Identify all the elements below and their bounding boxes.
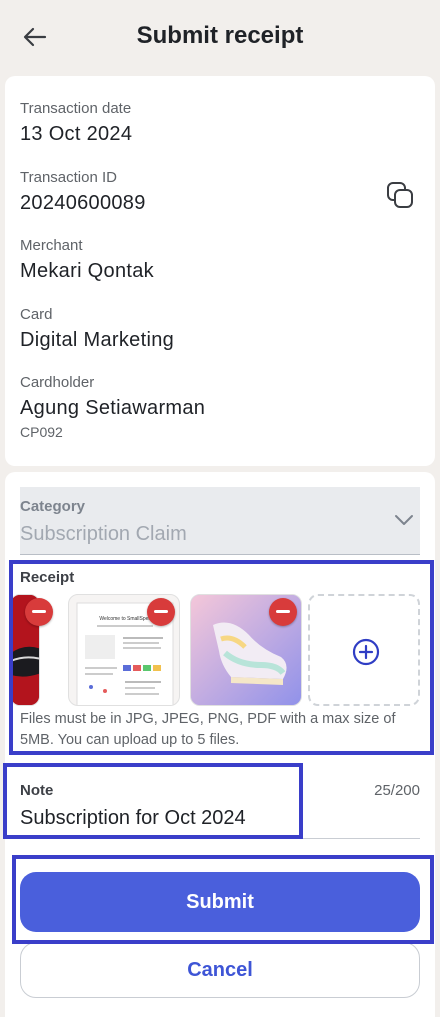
note-input[interactable] — [20, 803, 420, 833]
page-title: Submit receipt — [136, 22, 304, 49]
note-char-counter: 25/200 — [374, 782, 420, 799]
merchant-label: Merchant — [20, 237, 83, 254]
card-row: Card Digital Marketing — [20, 306, 174, 352]
transaction-id-label: Transaction ID — [20, 169, 117, 186]
receipt-form-card: Category Subscription Claim Receipt Welc… — [5, 472, 435, 1017]
add-receipt-button[interactable] — [308, 594, 420, 706]
cardholder-value: Agung Setiawarman — [20, 397, 206, 419]
receipt-thumbnails: Welcome to SmallSpell — [10, 594, 430, 714]
receipt-label: Receipt — [20, 569, 75, 586]
document-title-text: Welcome to SmallSpell — [99, 616, 150, 622]
transaction-id-value: 20240600089 — [20, 192, 146, 214]
card-label: Card — [20, 306, 53, 323]
copy-icon[interactable] — [385, 180, 415, 210]
transaction-date-value: 13 Oct 2024 — [20, 123, 133, 145]
transaction-date-row: Transaction date 13 Oct 2024 — [20, 100, 132, 146]
chevron-down-icon — [395, 515, 413, 525]
header: Submit receipt — [0, 0, 440, 76]
transaction-id-row: Transaction ID 20240600089 — [20, 169, 146, 215]
plus-circle-icon — [352, 638, 380, 666]
transaction-card: Transaction date 13 Oct 2024 Transaction… — [5, 76, 435, 466]
cardholder-label: Cardholder — [20, 374, 95, 391]
transaction-date-label: Transaction date — [20, 100, 132, 117]
merchant-row: Merchant Mekari Qontak — [20, 237, 154, 283]
receipt-section: Receipt Welcome to SmallSpell Files must… — [10, 569, 430, 751]
receipt-helper-text: Files must be in JPG, JPEG, PNG, PDF wit… — [20, 711, 396, 748]
note-field: Note 25/200 — [20, 779, 420, 839]
cardholder-code: CP092 — [20, 424, 63, 440]
category-select[interactable]: Category Subscription Claim — [20, 487, 420, 555]
remove-receipt-1-button[interactable] — [25, 598, 53, 626]
submit-button[interactable]: Submit — [20, 872, 420, 932]
remove-receipt-3-button[interactable] — [269, 598, 297, 626]
category-label: Category — [20, 498, 86, 515]
cardholder-row: Cardholder Agung Setiawarman CP092 — [20, 374, 205, 440]
remove-receipt-2-button[interactable] — [147, 598, 175, 626]
note-label: Note — [20, 782, 54, 799]
merchant-value: Mekari Qontak — [20, 260, 154, 282]
cancel-button[interactable]: Cancel — [20, 942, 420, 998]
card-value: Digital Marketing — [20, 329, 175, 351]
category-value: Subscription Claim — [20, 523, 187, 545]
